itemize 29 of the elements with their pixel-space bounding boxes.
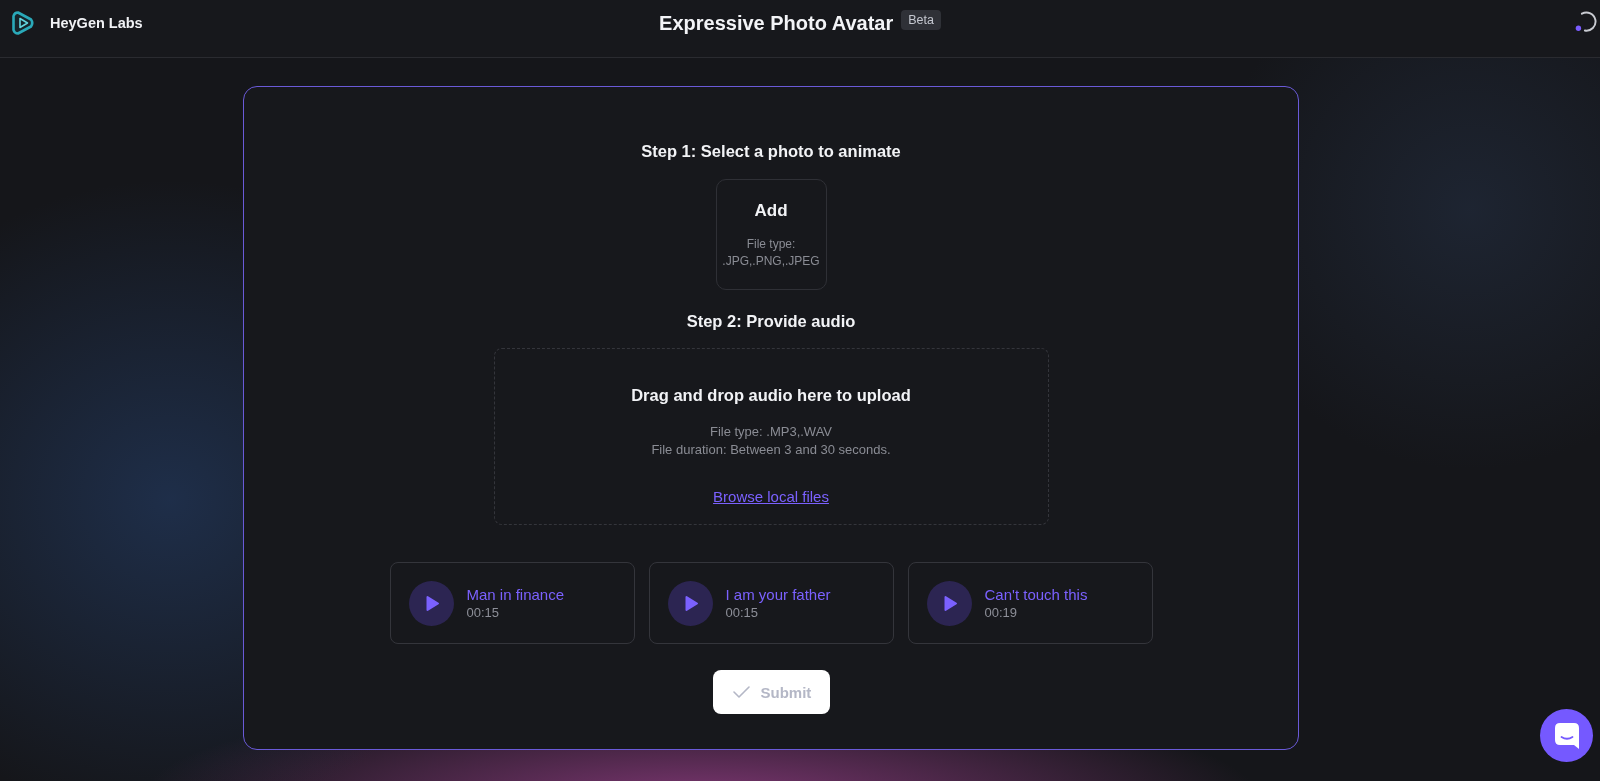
sample-duration: 00:15 <box>725 603 760 622</box>
step-heading: Step 1: Select a photo to animate <box>641 141 901 161</box>
audio-dropzone[interactable]: Drag and drop audio here to upload File type: .MP3,.WAV File duration: Between 3 and 30 seconds. Browse local files <box>493 348 1049 525</box>
play-icon[interactable] <box>926 580 972 626</box>
check-icon <box>732 686 750 698</box>
play-icon[interactable] <box>408 580 454 626</box>
step-heading: Step 2: Provide audio <box>686 311 856 331</box>
browse-link[interactable]: Browse local files <box>713 488 829 506</box>
photo-upload-box[interactable]: Add File type: .JPG,.PNG,.JPEG <box>715 179 827 290</box>
chat-icon <box>1554 722 1579 749</box>
sample-duration: 00:15 <box>466 603 501 622</box>
spinner-icon <box>1574 11 1597 34</box>
sample-title: Can't touch this <box>984 584 1088 604</box>
page-title: Expressive Photo Avatar <box>659 10 894 35</box>
file-type-hint: File type: .JPG,.PNG,.JPEG <box>721 236 821 270</box>
file-type-hint: File type: .MP3,.WAV <box>709 423 833 441</box>
play-icon[interactable] <box>667 580 713 626</box>
sample-title: I am your father <box>725 584 831 604</box>
dropzone-title: Drag and drop audio here to upload <box>631 385 911 405</box>
audio-sample-card[interactable]: Can't touch this 00:19 <box>907 562 1153 644</box>
sample-duration: 00:19 <box>984 603 1019 622</box>
sample-title: Man in finance <box>466 584 565 604</box>
add-label: Add <box>754 201 788 221</box>
beta-badge: Beta <box>901 9 941 30</box>
file-duration-hint: File duration: Between 3 and 30 seconds. <box>651 441 891 459</box>
audio-sample-card[interactable]: Man in finance 00:15 <box>389 562 635 644</box>
audio-sample-card[interactable]: I am your father 00:15 <box>648 562 894 644</box>
play-logo-icon <box>11 9 35 36</box>
brand-name: HeyGen Labs <box>50 13 143 32</box>
